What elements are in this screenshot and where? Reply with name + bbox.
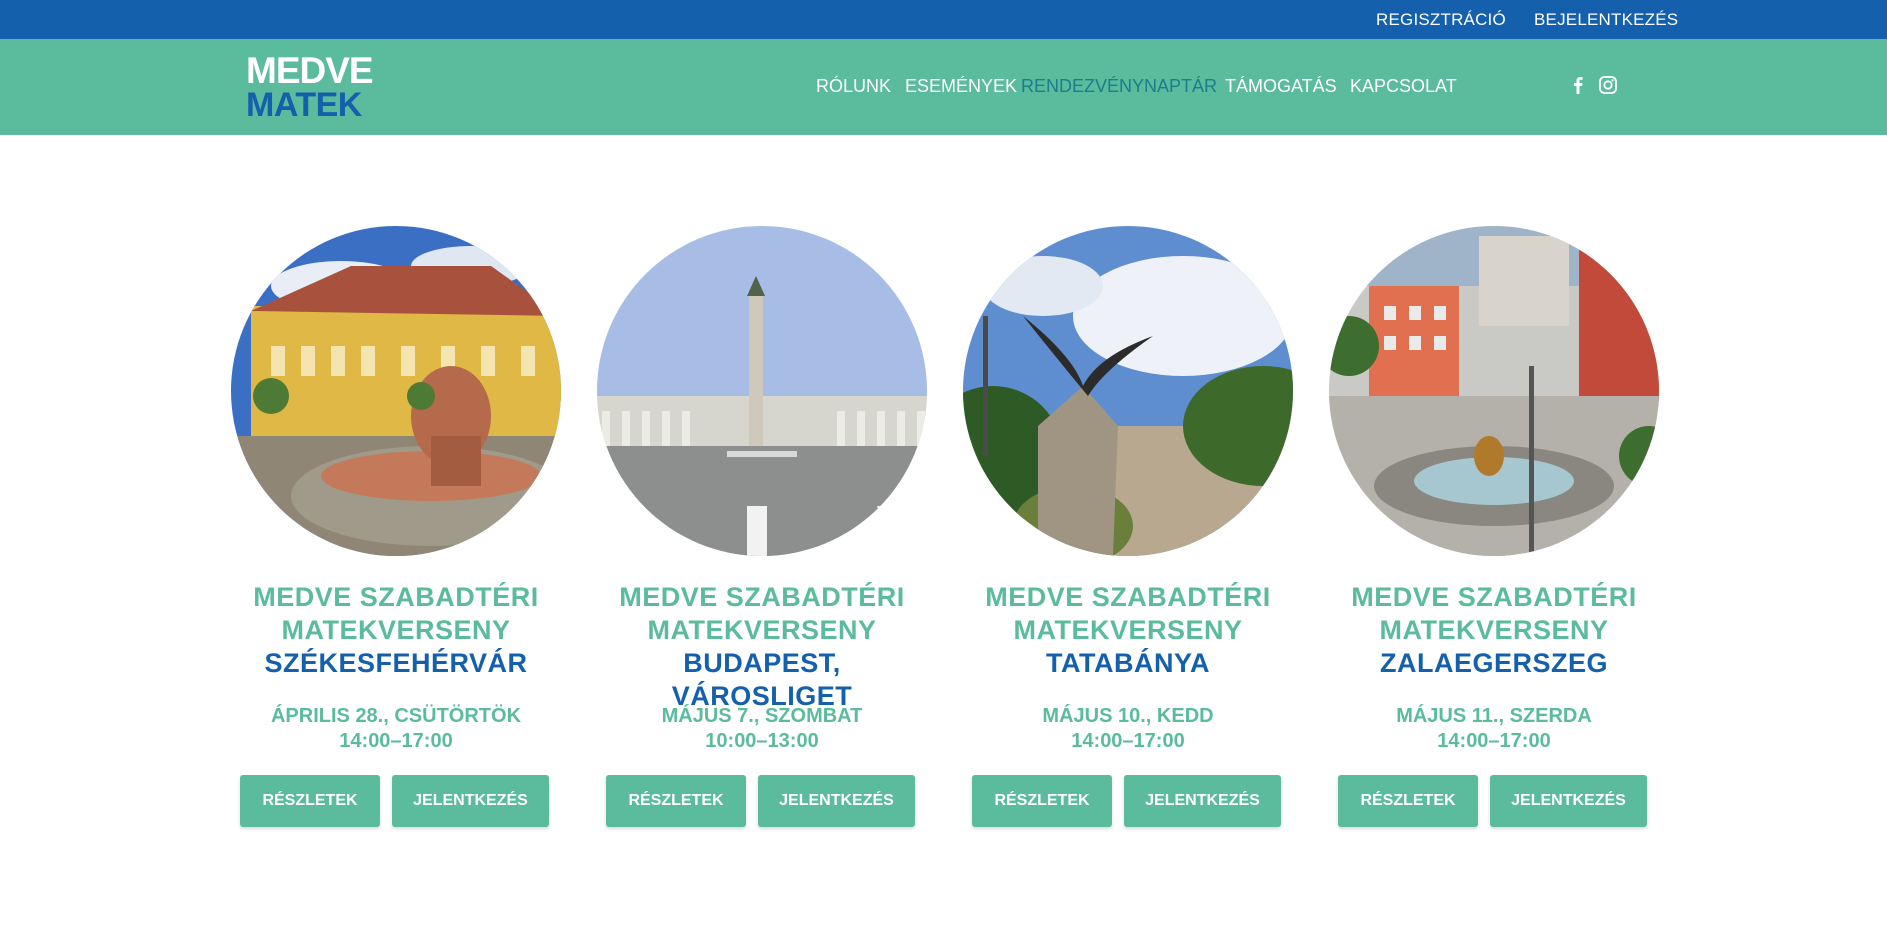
event-city: SZÉKESFEHÉRVÁR <box>264 648 528 678</box>
instagram-icon[interactable] <box>1598 75 1618 95</box>
event-city: ZALAEGERSZEG <box>1379 648 1608 678</box>
event-date-day: MÁJUS 11., SZERDA <box>1396 705 1592 727</box>
event-title-line-1: MEDVE SZABADTÉRI <box>1351 582 1637 612</box>
event-time: 14:00–17:00 <box>1071 730 1185 752</box>
apply-button[interactable]: JELENTKEZÉS <box>758 775 915 827</box>
top-bar: REGISZTRÁCIÓ BEJELENTKEZÉS <box>0 0 1887 39</box>
nav-item-tamogatas[interactable]: TÁMOGATÁS <box>1225 76 1337 97</box>
event-photo[interactable] <box>1329 226 1659 556</box>
event-title-line-1: MEDVE SZABADTÉRI <box>985 582 1271 612</box>
event-photo[interactable] <box>963 226 1293 556</box>
nav-item-rolunk[interactable]: RÓLUNK <box>816 76 891 97</box>
event-date: MÁJUS 10., KEDD 14:00–17:00 <box>963 704 1293 754</box>
login-link[interactable]: BEJELENTKEZÉS <box>1534 10 1678 30</box>
event-city: TATABÁNYA <box>1046 648 1210 678</box>
event-title: MEDVE SZABADTÉRI MATEKVERSENY TATABÁNYA <box>963 581 1293 680</box>
event-title: MEDVE SZABADTÉRI MATEKVERSENY BUDAPEST, … <box>597 581 927 713</box>
event-photo[interactable] <box>597 226 927 556</box>
details-button[interactable]: RÉSZLETEK <box>972 775 1112 827</box>
event-title-line-2: MATEKVERSENY <box>647 615 877 645</box>
nav-item-kapcsolat[interactable]: KAPCSOLAT <box>1350 76 1457 97</box>
event-title-line-2: MATEKVERSENY <box>1013 615 1243 645</box>
details-button[interactable]: RÉSZLETEK <box>606 775 746 827</box>
apply-button[interactable]: JELENTKEZÉS <box>1490 775 1647 827</box>
event-date-day: MÁJUS 7., SZOMBAT <box>661 705 863 727</box>
event-title-line-2: MATEKVERSENY <box>1379 615 1609 645</box>
event-date-day: MÁJUS 10., KEDD <box>1042 705 1214 727</box>
details-button[interactable]: RÉSZLETEK <box>1338 775 1478 827</box>
event-title: MEDVE SZABADTÉRI MATEKVERSENY ZALAEGERSZ… <box>1329 581 1659 680</box>
facebook-icon[interactable] <box>1568 75 1588 95</box>
nav-item-rendezvenynaptar[interactable]: RENDEZVÉNYNAPTÁR <box>1021 76 1217 97</box>
event-title-line-1: MEDVE SZABADTÉRI <box>619 582 905 612</box>
event-date-day: ÁPRILIS 28., CSÜTÖRTÖK <box>270 705 522 727</box>
event-card: MEDVE SZABADTÉRI MATEKVERSENY TATABÁNYA … <box>963 226 1293 836</box>
main-navbar: MEDVE MATEK RÓLUNK ESEMÉNYEK RENDEZVÉNYN… <box>0 39 1887 135</box>
medve-matek-logo[interactable]: MEDVE MATEK <box>246 50 386 124</box>
event-title-line-2: MATEKVERSENY <box>281 615 511 645</box>
event-title: MEDVE SZABADTÉRI MATEKVERSENY SZÉKESFEHÉ… <box>231 581 561 680</box>
logo-line-1: MEDVE <box>246 50 374 91</box>
event-card: MEDVE SZABADTÉRI MATEKVERSENY BUDAPEST, … <box>597 226 927 836</box>
register-link[interactable]: REGISZTRÁCIÓ <box>1376 10 1506 30</box>
nav-item-esemenyek[interactable]: ESEMÉNYEK <box>905 76 1017 97</box>
event-time: 10:00–13:00 <box>705 730 819 752</box>
event-photo[interactable] <box>231 226 561 556</box>
event-title-line-1: MEDVE SZABADTÉRI <box>253 582 539 612</box>
event-card: MEDVE SZABADTÉRI MATEKVERSENY SZÉKESFEHÉ… <box>231 226 561 836</box>
apply-button[interactable]: JELENTKEZÉS <box>392 775 549 827</box>
apply-button[interactable]: JELENTKEZÉS <box>1124 775 1281 827</box>
event-date: MÁJUS 7., SZOMBAT 10:00–13:00 <box>597 704 927 754</box>
details-button[interactable]: RÉSZLETEK <box>240 775 380 827</box>
event-card: MEDVE SZABADTÉRI MATEKVERSENY ZALAEGERSZ… <box>1329 226 1659 836</box>
event-time: 14:00–17:00 <box>1437 730 1551 752</box>
event-date: MÁJUS 11., SZERDA 14:00–17:00 <box>1329 704 1659 754</box>
event-time: 14:00–17:00 <box>339 730 453 752</box>
event-date: ÁPRILIS 28., CSÜTÖRTÖK 14:00–17:00 <box>231 704 561 754</box>
logo-line-2: MATEK <box>246 86 362 124</box>
